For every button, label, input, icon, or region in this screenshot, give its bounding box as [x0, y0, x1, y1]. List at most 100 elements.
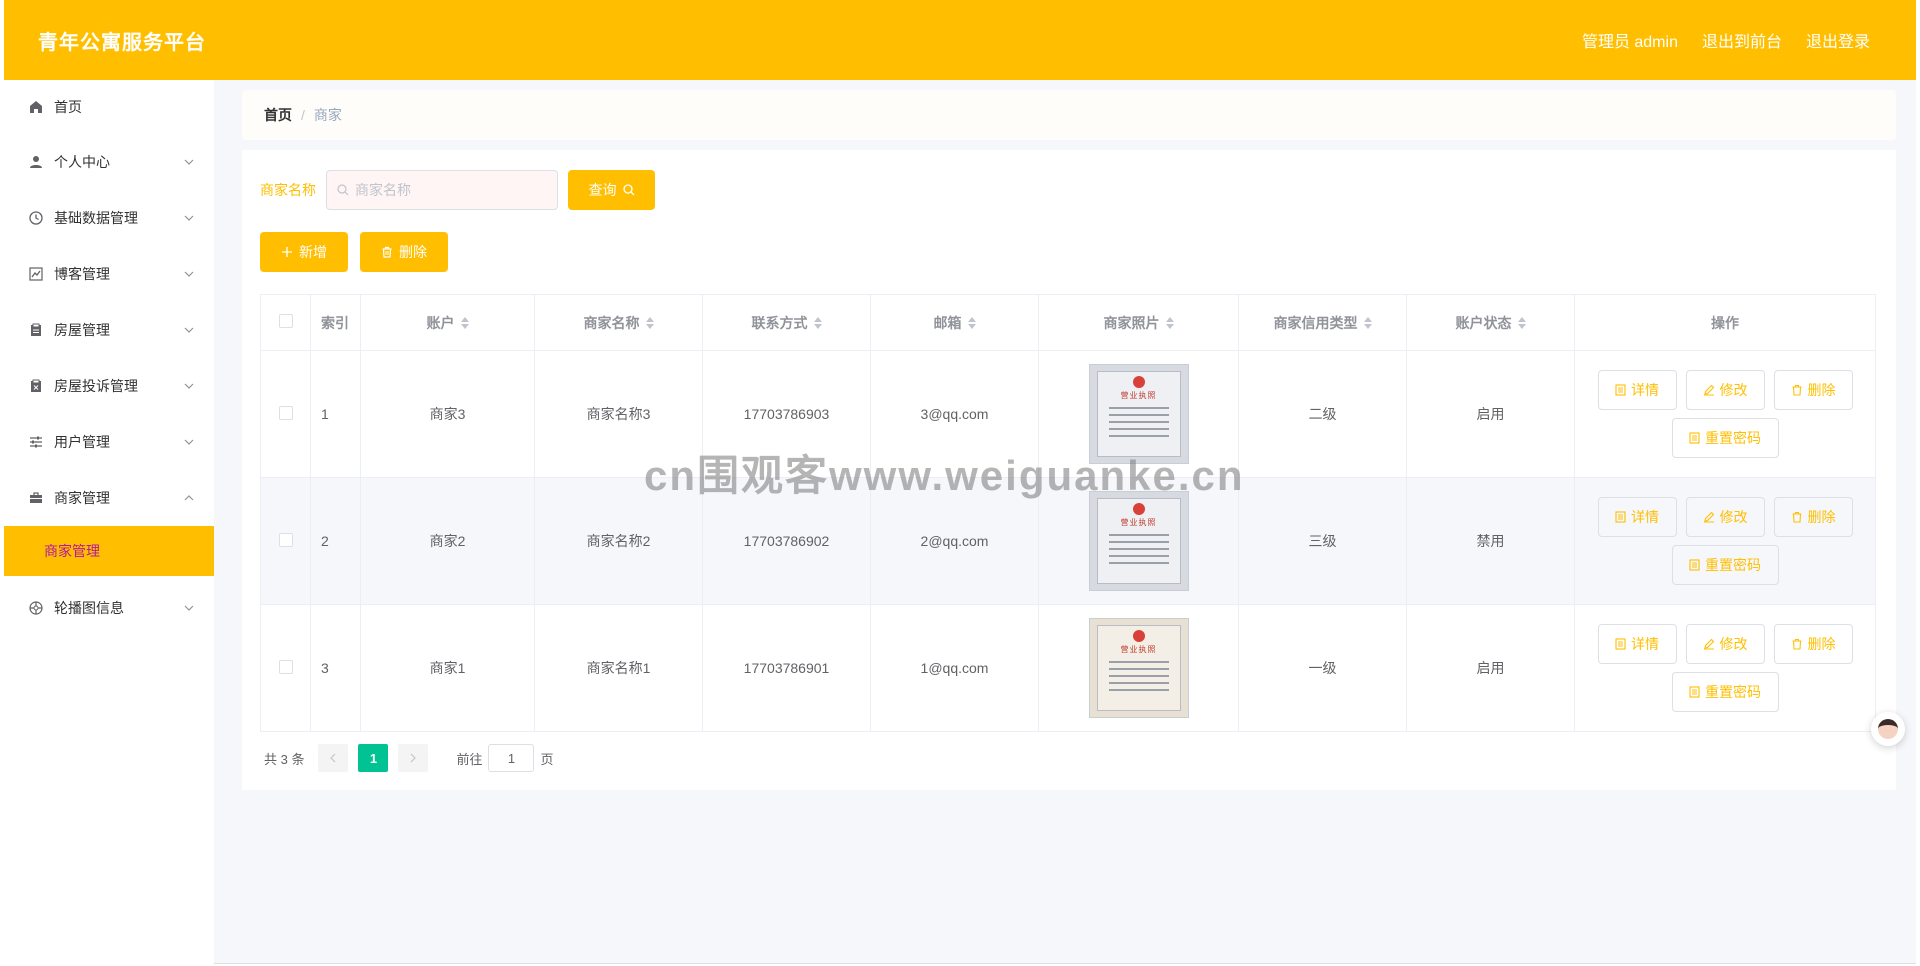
sidebar-item-merchant[interactable]: 商家管理: [4, 470, 214, 526]
cell-email: 1@qq.com: [870, 604, 1039, 732]
plus-icon: [281, 246, 293, 258]
detail-label: 详情: [1631, 636, 1659, 652]
search-button[interactable]: 查询: [568, 170, 655, 210]
reset-password-button[interactable]: 重置密码: [1671, 672, 1779, 712]
chevron-down-icon: [184, 213, 194, 223]
search-placeholder: 商家名称: [355, 182, 411, 198]
detail-button[interactable]: 详情: [1597, 624, 1677, 664]
edit-button[interactable]: 修改: [1685, 624, 1765, 664]
table-header-row: 索引 账户 商家名称 联系方式 邮箱 商家照片 商家信用类型 账户状态 操作: [260, 294, 1876, 351]
header-label: 账户: [426, 314, 455, 331]
home-icon: [28, 99, 44, 115]
breadcrumb-home[interactable]: 首页: [264, 105, 292, 125]
header-photo[interactable]: 商家照片: [1038, 294, 1239, 351]
cell-status: 启用: [1406, 350, 1575, 478]
sort-icon[interactable]: [1363, 316, 1372, 329]
sidebar-item-label: 轮播图信息: [54, 600, 124, 616]
sidebar-item-house-complaint[interactable]: 房屋投诉管理: [4, 358, 214, 414]
select-all-checkbox[interactable]: [278, 314, 293, 328]
goto-page-input[interactable]: 1: [488, 744, 535, 772]
sidebar-item-house[interactable]: 房屋管理: [4, 302, 214, 358]
document-icon: [1689, 559, 1700, 571]
cell-ops: 详情 修改 删除 重置密码: [1574, 350, 1876, 478]
chevron-left-icon: [330, 753, 336, 763]
chevron-down-icon: [184, 157, 194, 167]
reset-password-button[interactable]: 重置密码: [1671, 545, 1779, 585]
chevron-down-icon: [184, 269, 194, 279]
clock-icon: [28, 210, 44, 226]
delete-button[interactable]: 删除: [1773, 497, 1853, 537]
top-header: 青年公寓服务平台 管理员 admin 退出到前台 退出登录: [4, 0, 1916, 80]
sidebar-item-label: 商家管理: [54, 490, 110, 506]
prev-page-button[interactable]: [318, 744, 349, 772]
row-checkbox[interactable]: [278, 659, 293, 674]
sidebar-item-blog[interactable]: 博客管理: [4, 246, 214, 302]
goto-prefix: 前往: [456, 751, 483, 767]
row-checkbox[interactable]: [278, 532, 293, 547]
cell-select: [260, 477, 311, 605]
business-license-image[interactable]: 营业执照: [1088, 618, 1189, 718]
sidebar-subitem-merchant-manage[interactable]: 商家管理: [4, 526, 214, 576]
add-button[interactable]: 新增: [260, 232, 348, 272]
delete-label: 删除: [1807, 509, 1836, 525]
cell-name: 商家名称1: [534, 604, 703, 732]
batch-delete-button[interactable]: 删除: [360, 232, 448, 272]
header-select-all: [260, 294, 311, 351]
exit-to-front-link[interactable]: 退出到前台: [1702, 28, 1782, 52]
delete-button[interactable]: 删除: [1773, 370, 1853, 410]
edit-button[interactable]: 修改: [1685, 370, 1765, 410]
sidebar-item-basic-data[interactable]: 基础数据管理: [4, 190, 214, 246]
page-number-current[interactable]: 1: [358, 744, 389, 772]
pagination-total: 共 3 条: [264, 751, 305, 767]
sort-icon[interactable]: [460, 316, 469, 329]
sidebar-item-personal[interactable]: 个人中心: [4, 134, 214, 190]
add-button-label: 新增: [299, 244, 327, 260]
breadcrumb-separator: /: [301, 107, 305, 123]
business-license-image[interactable]: 营业执照: [1088, 491, 1189, 591]
header-email[interactable]: 邮箱: [870, 294, 1039, 351]
delete-button[interactable]: 删除: [1773, 624, 1853, 664]
document-icon: [1615, 511, 1626, 523]
chevron-down-icon: [184, 437, 194, 447]
header-phone[interactable]: 联系方式: [702, 294, 871, 351]
merchant-name-search-input[interactable]: 商家名称: [326, 170, 558, 210]
sidebar-item-label: 首页: [54, 99, 82, 115]
header-status[interactable]: 账户状态: [1406, 294, 1575, 351]
app-frame: 青年公寓服务平台 管理员 admin 退出到前台 退出登录 首页 个人中心 基础…: [4, 0, 1916, 964]
delete-button-label: 删除: [399, 244, 427, 260]
trash-icon: [381, 246, 393, 258]
detail-button[interactable]: 详情: [1597, 370, 1677, 410]
sidebar-item-users[interactable]: 用户管理: [4, 414, 214, 470]
row-checkbox[interactable]: [278, 405, 293, 420]
cell-select: [260, 350, 311, 478]
logout-link[interactable]: 退出登录: [1806, 28, 1870, 52]
sidebar-item-carousel[interactable]: 轮播图信息: [4, 580, 214, 636]
header-credit[interactable]: 商家信用类型: [1238, 294, 1407, 351]
detail-button[interactable]: 详情: [1597, 497, 1677, 537]
header-name[interactable]: 商家名称: [534, 294, 703, 351]
sort-icon[interactable]: [1165, 316, 1174, 329]
goto-page: 前往 1 页: [456, 744, 554, 772]
sort-icon[interactable]: [813, 316, 822, 329]
chevron-down-icon: [184, 603, 194, 613]
header-label: 邮箱: [933, 314, 962, 331]
support-avatar-button[interactable]: [1871, 712, 1905, 746]
search-row: 商家名称 商家名称 查询: [260, 170, 1878, 210]
header-index: 索引: [310, 294, 361, 351]
sort-icon[interactable]: [645, 316, 654, 329]
header-account[interactable]: 账户: [360, 294, 535, 351]
admin-label: 管理员 admin: [1581, 34, 1678, 51]
sort-icon[interactable]: [967, 316, 976, 329]
sort-icon[interactable]: [1517, 316, 1526, 329]
chevron-right-icon: [411, 753, 417, 763]
cell-email: 3@qq.com: [870, 350, 1039, 478]
business-license-image[interactable]: 营业执照: [1088, 364, 1189, 464]
sidebar-item-home[interactable]: 首页: [4, 80, 214, 134]
reset-password-button[interactable]: 重置密码: [1671, 418, 1779, 458]
document-icon: [1615, 638, 1626, 650]
sliders-icon: [28, 434, 44, 450]
edit-button[interactable]: 修改: [1685, 497, 1765, 537]
delete-label: 删除: [1807, 382, 1836, 398]
next-page-button[interactable]: [398, 744, 429, 772]
reset-label: 重置密码: [1705, 430, 1761, 446]
